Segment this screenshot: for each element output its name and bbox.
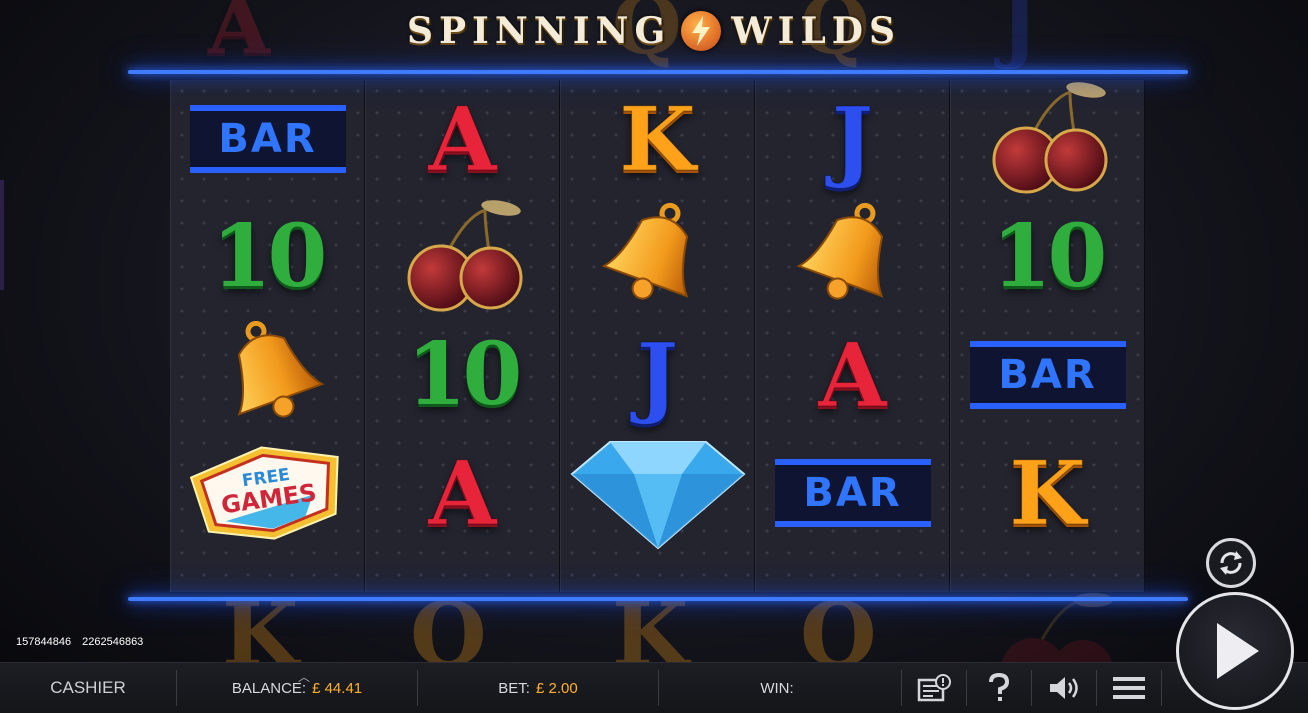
free-games-symbol: FREE GAMES: [189, 446, 339, 540]
bet-value: £ 2.00: [535, 679, 578, 697]
logo-word-left: SPINNING: [406, 10, 672, 52]
lightning-bolt-icon: [681, 11, 722, 51]
reel-1: BAR 10 FREE GAMES: [170, 80, 365, 592]
spin-controls: [1170, 536, 1300, 712]
bet-label: BET:: [498, 679, 530, 697]
ten-symbol: 10: [991, 206, 1108, 307]
jack-symbol: J: [636, 323, 679, 427]
king-symbol: K: [619, 87, 696, 191]
session-id-left: 157844846: [16, 636, 72, 648]
reel-3: K J: [560, 80, 755, 592]
session-ids: 157844846 2262546863: [16, 636, 151, 648]
bottom-neon-bar: [128, 597, 1188, 601]
autoplay-refresh-icon[interactable]: [1206, 538, 1256, 588]
divider: [1161, 670, 1162, 706]
balance-value: £ 44.41: [312, 679, 363, 697]
help-icon[interactable]: [967, 663, 1031, 713]
cashier-button[interactable]: CASHIER: [0, 678, 176, 698]
reel-grid: BAR 10 FREE GAMES A 10 A K J J A BAR 10 …: [170, 80, 1145, 592]
cherry-icon: [407, 200, 522, 312]
session-id-right: 2262546863: [82, 636, 144, 648]
sound-icon[interactable]: [1032, 663, 1096, 713]
paytable-icon[interactable]: [902, 663, 966, 713]
ghost-cherry-icon: [1001, 593, 1113, 670]
ten-symbol: 10: [406, 324, 523, 425]
ace-symbol: A: [428, 441, 497, 545]
bet-display[interactable]: BET: £ 2.00: [418, 680, 658, 697]
bell-icon: [601, 202, 688, 300]
balance-label: BALANCE:: [231, 679, 307, 697]
top-neon-bar: [128, 70, 1188, 74]
spin-button[interactable]: [1176, 592, 1294, 710]
ace-symbol: A: [818, 323, 887, 427]
bottom-bar: CASHIER BALANCE: £ 44.41 BET: £ 2.00 WIN…: [0, 662, 1308, 713]
reel-4: J A BAR: [755, 80, 950, 592]
diamond-icon: [569, 441, 746, 550]
side-accent: [0, 180, 4, 290]
ace-symbol: A: [428, 87, 497, 191]
ten-symbol: 10: [211, 206, 328, 307]
bar-symbol: BAR: [969, 341, 1126, 409]
king-symbol: K: [1009, 441, 1086, 545]
win-display: WIN:: [659, 680, 901, 697]
win-label: WIN:: [760, 679, 794, 697]
bar-symbol: BAR: [189, 105, 346, 173]
bell-icon: [237, 320, 324, 418]
menu-icon[interactable]: [1097, 663, 1161, 713]
bell-icon: [796, 202, 883, 300]
logo-word-right: WILDS: [731, 10, 902, 52]
play-icon: [1217, 623, 1259, 679]
reel-2: A 10 A: [365, 80, 560, 592]
balance-display[interactable]: BALANCE: £ 44.41: [177, 680, 417, 697]
bar-symbol: BAR: [774, 459, 931, 527]
chevron-up-icon[interactable]: ︿: [298, 668, 310, 685]
cherry-icon: [992, 82, 1107, 194]
reel-5: 10 BAR K: [950, 80, 1145, 592]
game-logo: SPINNING WILDS: [0, 6, 1308, 56]
jack-symbol: J: [831, 87, 874, 191]
